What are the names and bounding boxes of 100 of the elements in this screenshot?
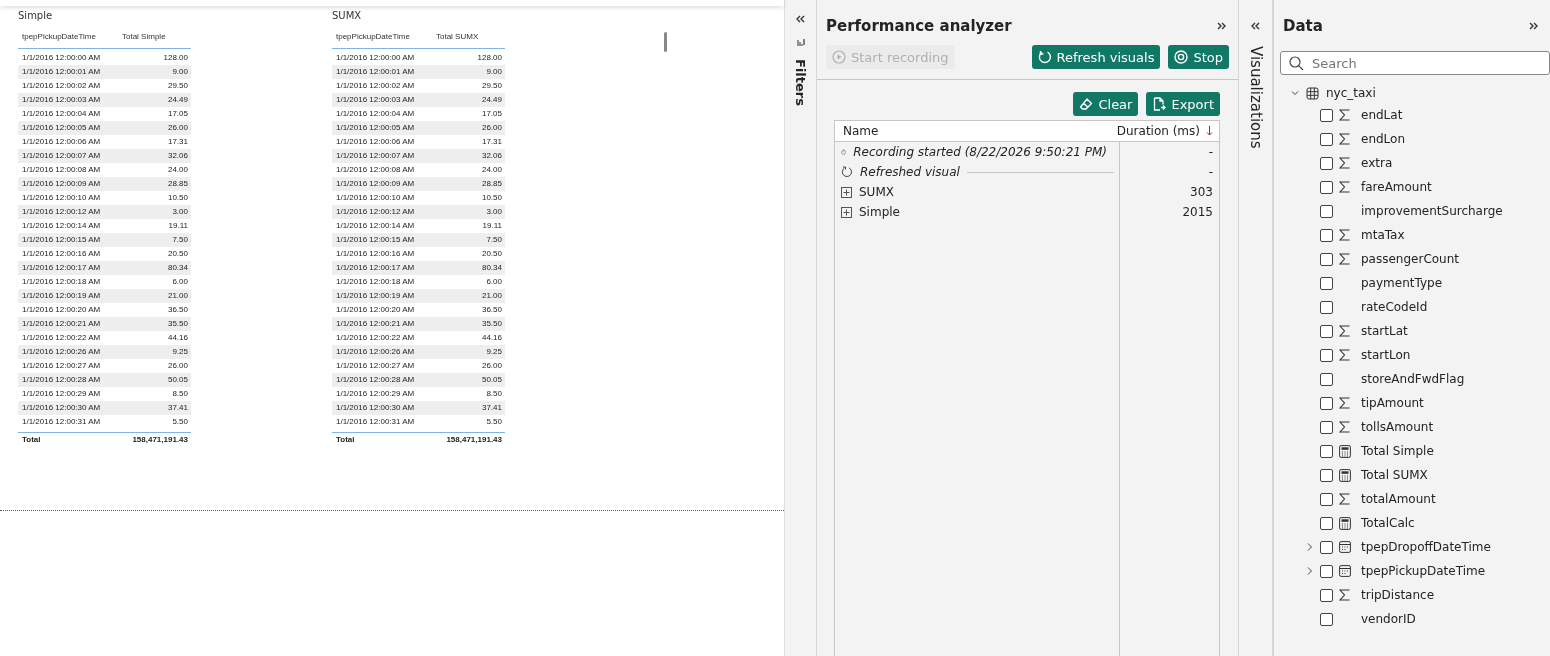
field-name[interactable]: tpepPickupDateTime xyxy=(1361,564,1486,578)
table-cell-text: 1/1/2016 12:00:31 AM xyxy=(335,416,416,428)
stop-button[interactable]: Stop xyxy=(1168,45,1229,69)
sort-arrow-icon[interactable] xyxy=(1206,126,1213,136)
field-name[interactable]: Total SUMX xyxy=(1361,468,1428,482)
table-cell-text: 19.11 xyxy=(481,220,503,232)
checkbox[interactable] xyxy=(1320,348,1333,362)
table-cell-text: 1/1/2016 12:00:27 AM xyxy=(335,360,416,372)
collapse-icon[interactable] xyxy=(1217,22,1226,30)
field-name[interactable]: vendorID xyxy=(1361,612,1416,626)
checkbox[interactable] xyxy=(1320,516,1333,530)
column-header[interactable]: Duration (ms) xyxy=(1116,124,1200,138)
table-cell-text: 1/1/2016 12:00:03 AM xyxy=(21,94,102,106)
field-name[interactable]: tipAmount xyxy=(1361,396,1424,410)
column-header[interactable]: tpepPickupDateTime xyxy=(18,31,122,41)
field-name[interactable]: passengerCount xyxy=(1361,252,1460,266)
table-cell-text: 1/1/2016 12:00:17 AM xyxy=(335,262,416,274)
field-name[interactable]: tripDistance xyxy=(1361,588,1435,602)
table-cell-text: 1/1/2016 12:00:00 AM xyxy=(335,52,416,64)
field-name[interactable]: Total Simple xyxy=(1361,444,1434,458)
checkbox[interactable] xyxy=(1320,204,1333,218)
refresh-visuals-button[interactable]: Refresh visuals xyxy=(1031,45,1161,69)
caret-icon[interactable] xyxy=(1306,566,1314,576)
search-field[interactable]: Search xyxy=(1280,51,1550,75)
checkbox[interactable] xyxy=(1320,276,1333,290)
table-cell-text: 128.00 xyxy=(162,52,189,64)
field-name[interactable]: paymentType xyxy=(1361,276,1443,290)
calendar-icon xyxy=(1339,541,1351,553)
field-name[interactable]: mtaTax xyxy=(1361,228,1405,242)
field-name[interactable]: TotalCalc xyxy=(1361,516,1415,530)
table-cell-text: 1/1/2016 12:00:15 AM xyxy=(21,234,102,246)
table-cell-text: 1/1/2016 12:00:07 AM xyxy=(335,150,416,162)
table-cell-text: 1/1/2016 12:00:30 AM xyxy=(335,402,416,414)
export-button[interactable]: Export xyxy=(1146,92,1220,116)
duration-value: - xyxy=(1207,165,1214,179)
table-cell-text: 24.49 xyxy=(166,94,189,106)
checkbox[interactable] xyxy=(1320,252,1333,266)
event-name[interactable]: Simple xyxy=(859,205,900,219)
checkbox[interactable] xyxy=(1320,420,1333,434)
checkbox[interactable] xyxy=(1320,588,1333,602)
field-name[interactable]: startLat xyxy=(1361,324,1408,338)
field-name[interactable]: endLon xyxy=(1361,132,1406,146)
column-header[interactable]: Name xyxy=(843,124,1117,138)
expand-icon[interactable] xyxy=(841,206,852,218)
column-header[interactable]: tpepPickupDateTime xyxy=(332,31,436,41)
table-cell-text: 17.31 xyxy=(480,136,503,148)
search-icon xyxy=(1289,56,1304,71)
checkbox[interactable] xyxy=(1320,132,1333,146)
caret-icon[interactable] xyxy=(1306,542,1314,552)
collapse-icon[interactable] xyxy=(1529,22,1538,30)
field-name[interactable]: fareAmount xyxy=(1361,180,1432,194)
expand-icon[interactable] xyxy=(841,186,852,198)
table-cell-text: 35.50 xyxy=(480,318,503,330)
column-header[interactable]: Total SUMX xyxy=(436,31,505,41)
export-icon xyxy=(1152,97,1167,111)
checkbox[interactable] xyxy=(1320,180,1333,194)
checkbox[interactable] xyxy=(1320,108,1333,122)
checkbox[interactable] xyxy=(1320,324,1333,338)
table-cell-text: 29.50 xyxy=(480,80,503,92)
expand-icon[interactable] xyxy=(1251,22,1260,30)
field-name[interactable]: improvementSurcharge xyxy=(1361,204,1503,218)
field-name[interactable]: rateCodeId xyxy=(1361,300,1428,314)
column-header[interactable]: Total Simple xyxy=(122,31,191,41)
table-cell-text: 1/1/2016 12:00:20 AM xyxy=(335,304,416,316)
filter-icon[interactable] xyxy=(795,37,806,47)
checkbox[interactable] xyxy=(1320,228,1333,242)
event-name[interactable]: SUMX xyxy=(859,185,894,199)
checkbox[interactable] xyxy=(1320,396,1333,410)
checkbox[interactable] xyxy=(1320,612,1333,626)
checkbox[interactable] xyxy=(1320,564,1333,578)
scrollbar-thumb[interactable] xyxy=(664,32,667,52)
checkbox[interactable] xyxy=(1320,300,1333,314)
field-name[interactable]: tollsAmount xyxy=(1361,420,1434,434)
table-cell-text: 1/1/2016 12:00:10 AM xyxy=(21,192,102,204)
table-name[interactable]: nyc_taxi xyxy=(1326,86,1376,100)
stop-icon xyxy=(1174,50,1189,64)
table-cell-text: 21.00 xyxy=(166,290,189,302)
table-cell-text: 50.05 xyxy=(166,374,189,386)
checkbox[interactable] xyxy=(1320,156,1333,170)
table-cell-text: 17.05 xyxy=(166,108,189,120)
caret-icon[interactable] xyxy=(1290,88,1300,98)
checkbox[interactable] xyxy=(1320,540,1333,554)
pane-title: Performance analyzer xyxy=(826,17,1012,35)
field-name[interactable]: extra xyxy=(1361,156,1393,170)
checkbox[interactable] xyxy=(1320,492,1333,506)
table-cell-text: 10.50 xyxy=(166,192,189,204)
expand-icon[interactable] xyxy=(796,15,805,23)
table-cell-text: 1/1/2016 12:00:06 AM xyxy=(21,136,102,148)
table-cell-text: 1/1/2016 12:00:04 AM xyxy=(335,108,416,120)
checkbox[interactable] xyxy=(1320,444,1333,458)
clear-button[interactable]: Clear xyxy=(1073,92,1139,116)
checkbox[interactable] xyxy=(1320,372,1333,386)
field-name[interactable]: tpepDropoffDateTime xyxy=(1361,540,1491,554)
field-name[interactable]: startLon xyxy=(1361,348,1411,362)
visualizations-pane-label[interactable]: Visualizations xyxy=(1248,46,1263,149)
field-name[interactable]: storeAndFwdFlag xyxy=(1361,372,1465,386)
field-name[interactable]: totalAmount xyxy=(1361,492,1436,506)
filters-pane-label[interactable]: Filters xyxy=(794,59,807,106)
field-name[interactable]: endLat xyxy=(1361,108,1403,122)
checkbox[interactable] xyxy=(1320,468,1333,482)
